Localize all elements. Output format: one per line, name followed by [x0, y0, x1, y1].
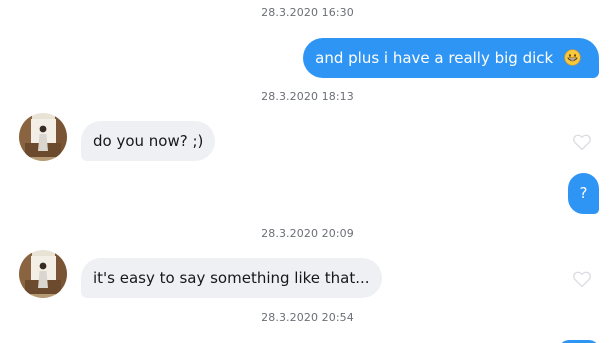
message-text: and plus i have a really big dick — [315, 49, 554, 67]
timestamp: 28.3.2020 18:13 — [261, 90, 354, 103]
incoming-message-bubble[interactable]: it's easy to say something like that... — [81, 258, 382, 298]
message-thread: 28.3.2020 16:30 and plus i have a really… — [0, 0, 615, 343]
timestamp: 28.3.2020 16:30 — [261, 6, 354, 19]
timestamp: 28.3.2020 20:09 — [261, 227, 354, 240]
heart-outline-icon[interactable] — [572, 270, 592, 288]
outgoing-message-bubble[interactable]: and plus i have a really big dick — [303, 38, 599, 78]
incoming-message-bubble[interactable]: do you now? ;) — [81, 121, 216, 161]
message-text: it's easy to say something like that... — [93, 269, 370, 287]
grinning-face-emoji-icon — [564, 49, 581, 66]
message-text: ? — [579, 184, 588, 202]
message-text: do you now? ;) — [93, 132, 204, 150]
contact-avatar[interactable] — [19, 250, 67, 298]
heart-outline-icon[interactable] — [572, 133, 592, 151]
contact-avatar[interactable] — [19, 113, 67, 161]
timestamp: 28.3.2020 20:54 — [261, 311, 354, 324]
outgoing-message-bubble[interactable]: ? — [568, 173, 599, 214]
